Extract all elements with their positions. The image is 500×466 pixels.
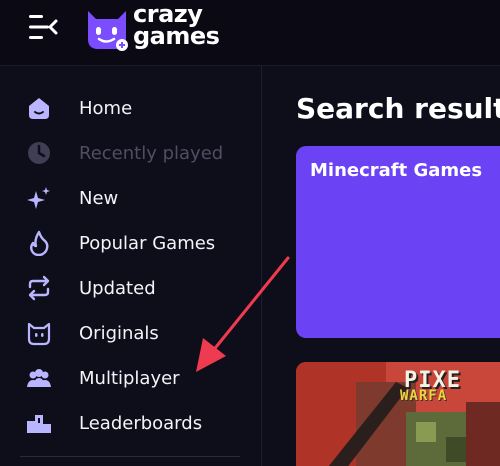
clock-icon bbox=[24, 138, 54, 168]
sidebar-item-label: Originals bbox=[79, 322, 159, 344]
app-window: crazy games Home Recently played New Pop… bbox=[0, 0, 500, 466]
category-card-minecraft[interactable]: Minecraft Games bbox=[296, 146, 500, 338]
logo-line-2: games bbox=[133, 22, 220, 50]
sidebar-item-leaderboards[interactable]: Leaderboards bbox=[0, 403, 262, 443]
sidebar: Home Recently played New Popular Games U… bbox=[0, 66, 262, 466]
game-logo-line-2: WARFA bbox=[400, 388, 448, 404]
users-icon bbox=[24, 363, 54, 393]
sidebar-item-label: New bbox=[79, 187, 119, 209]
game-thumbnail-art bbox=[296, 362, 500, 466]
crazygames-logo[interactable]: crazy games bbox=[84, 2, 224, 55]
top-bar: crazy games bbox=[0, 0, 500, 66]
sidebar-item-home[interactable]: Home bbox=[0, 88, 262, 128]
main-content: Search result Minecraft Games PIXE WARFA bbox=[262, 66, 500, 466]
podium-icon bbox=[24, 408, 54, 438]
logo-wordmark: crazy games bbox=[133, 2, 233, 50]
flame-icon bbox=[24, 228, 54, 258]
logo-mascot-icon bbox=[88, 11, 128, 51]
sidebar-item-label: Popular Games bbox=[79, 232, 216, 254]
menu-collapse-icon bbox=[29, 15, 58, 39]
sidebar-item-recently-played[interactable]: Recently played bbox=[0, 133, 262, 173]
menu-toggle-button[interactable] bbox=[26, 12, 60, 42]
sidebar-item-label: Home bbox=[79, 97, 133, 119]
game-card-pixel-warfare[interactable]: PIXE WARFA bbox=[296, 362, 500, 466]
sidebar-item-label: Multiplayer bbox=[79, 367, 180, 389]
sidebar-item-label: Recently played bbox=[79, 142, 224, 164]
originals-icon bbox=[24, 318, 54, 348]
sidebar-item-updated[interactable]: Updated bbox=[0, 268, 262, 308]
home-icon bbox=[24, 93, 54, 123]
page-title: Search result bbox=[296, 92, 500, 125]
sidebar-item-label: Updated bbox=[79, 277, 156, 299]
sidebar-item-popular-games[interactable]: Popular Games bbox=[0, 223, 262, 263]
refresh-icon bbox=[24, 273, 54, 303]
sidebar-item-originals[interactable]: Originals bbox=[0, 313, 262, 353]
sidebar-item-label: Leaderboards bbox=[79, 412, 203, 434]
sidebar-divider bbox=[20, 456, 240, 457]
card-title: Minecraft Games bbox=[310, 160, 483, 181]
sparkle-icon bbox=[24, 183, 54, 213]
sidebar-item-new[interactable]: New bbox=[0, 178, 262, 218]
sidebar-item-multiplayer[interactable]: Multiplayer bbox=[0, 358, 262, 398]
